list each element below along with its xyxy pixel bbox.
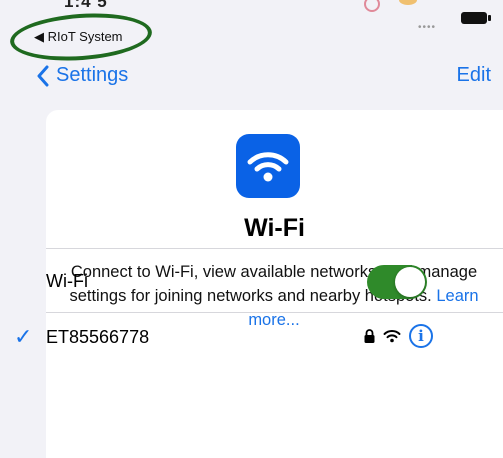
wifi-toggle-row: Wi-Fi bbox=[46, 256, 457, 306]
network-status-icons: i bbox=[364, 324, 433, 348]
wifi-toggle-label: Wi-Fi bbox=[46, 270, 88, 291]
check-icon: ✓ bbox=[14, 324, 33, 349]
navigation-bar: Settings Edit bbox=[0, 60, 503, 100]
status-bar: 1:4 5 ◀ RIoT System •••• bbox=[0, 0, 503, 65]
status-notification-icons bbox=[364, 0, 417, 12]
wifi-icon bbox=[247, 152, 289, 182]
chevron-left-icon bbox=[37, 65, 49, 86]
wifi-app-icon bbox=[236, 134, 300, 198]
status-time: 1:4 5 bbox=[64, 0, 108, 11]
edit-button[interactable]: Edit bbox=[457, 64, 491, 87]
connected-network-row[interactable]: ✓ ET85566778 i bbox=[14, 312, 457, 362]
wifi-card-title: Wi-Fi bbox=[244, 214, 305, 242]
network-name: ET85566778 bbox=[46, 326, 150, 347]
wifi-toggle-switch[interactable] bbox=[367, 265, 427, 299]
back-button-label: Settings bbox=[56, 64, 129, 86]
signal-icon: •••• bbox=[418, 22, 437, 33]
info-icon[interactable]: i bbox=[409, 324, 433, 348]
wifi-signal-icon bbox=[383, 330, 401, 343]
lock-icon bbox=[364, 329, 375, 343]
divider bbox=[46, 248, 503, 249]
battery-icon bbox=[461, 12, 491, 24]
annotation-highlight-circle bbox=[8, 9, 154, 65]
settings-back-button[interactable]: Settings bbox=[36, 64, 128, 87]
toggle-knob bbox=[395, 267, 425, 297]
